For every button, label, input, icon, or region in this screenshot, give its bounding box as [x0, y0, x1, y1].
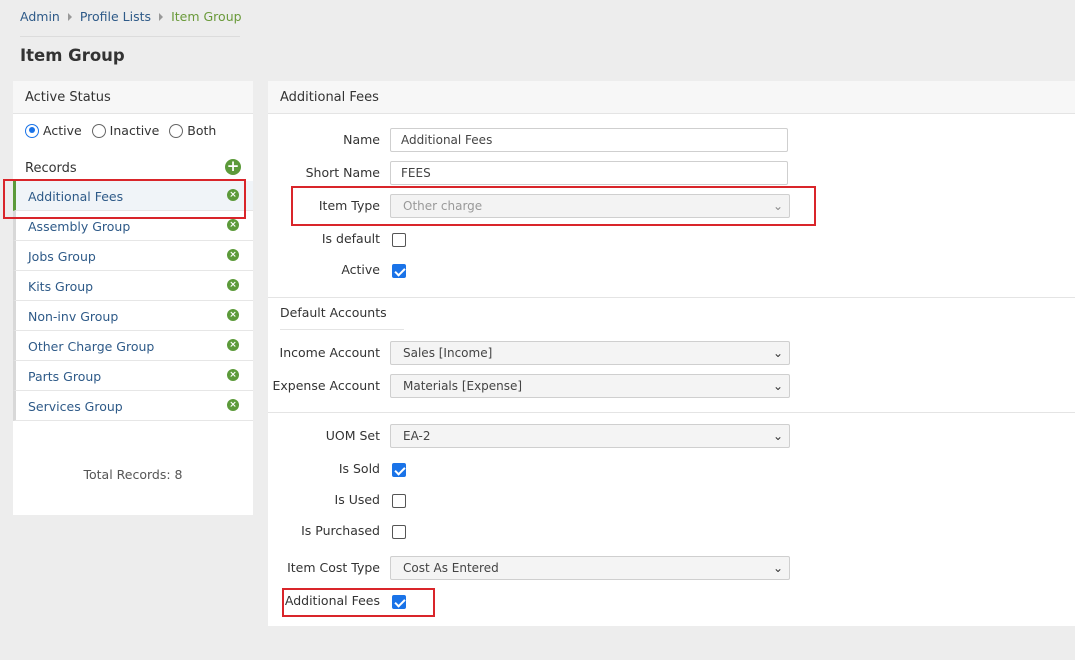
uom-set-value: EA-2: [403, 429, 431, 443]
section-divider: [268, 297, 1075, 298]
record-label: Kits Group: [28, 279, 94, 294]
record-label: Other Charge Group: [28, 339, 155, 354]
radio-inactive-label: Inactive: [109, 123, 160, 138]
record-item-additional-fees[interactable]: Additional Fees ×: [13, 181, 253, 211]
income-account-select[interactable]: Sales [Income] ⌄: [390, 341, 790, 365]
radio-inactive-button[interactable]: [91, 123, 106, 138]
uom-set-select[interactable]: EA-2 ⌄: [390, 424, 790, 448]
expense-account-label: Expense Account: [272, 378, 381, 393]
records-label: Records: [25, 161, 77, 176]
is-purchased-checkbox[interactable]: [392, 525, 406, 539]
active-status-header: Active Status: [13, 81, 253, 114]
chevron-down-icon: ⌄: [772, 429, 783, 443]
active-status-title: Active Status: [25, 90, 111, 105]
breadcrumb-admin[interactable]: Admin: [20, 9, 60, 24]
item-cost-type-label: Item Cost Type: [287, 560, 380, 575]
default-accounts-title: Default Accounts: [280, 305, 387, 320]
page-title: Item Group: [20, 46, 125, 65]
delete-x-icon[interactable]: ×: [227, 279, 239, 291]
is-default-label: Is default: [321, 231, 380, 246]
item-type-value: Other charge: [403, 199, 483, 213]
expense-account-value: Materials [Expense]: [403, 379, 523, 393]
chevron-right-icon: [67, 12, 72, 21]
expense-account-select[interactable]: Materials [Expense] ⌄: [390, 374, 790, 398]
item-cost-type-value: Cost As Entered: [403, 561, 499, 575]
breadcrumb-item-group: Item Group: [171, 9, 242, 24]
is-default-checkbox[interactable]: [392, 233, 406, 247]
short-name-input[interactable]: [390, 161, 788, 185]
record-item-assembly-group[interactable]: Assembly Group ×: [13, 211, 253, 241]
additional-fees-checkbox[interactable]: [392, 595, 406, 609]
radio-both-button[interactable]: [169, 123, 184, 138]
delete-x-icon[interactable]: ×: [227, 369, 239, 381]
total-records: Total Records: 8: [83, 467, 183, 482]
active-label: Active: [341, 262, 380, 277]
delete-x-icon[interactable]: ×: [227, 339, 239, 351]
income-account-value: Sales [Income]: [403, 346, 493, 360]
record-item-kits-group[interactable]: Kits Group ×: [13, 271, 253, 301]
delete-x-icon[interactable]: ×: [227, 249, 239, 261]
item-type-select[interactable]: Other charge ⌄: [390, 194, 790, 218]
delete-x-icon[interactable]: ×: [227, 309, 239, 321]
active-status-radio-group: Active Inactive Both: [25, 123, 216, 138]
chevron-down-icon: ⌄: [772, 346, 783, 360]
section-divider: [268, 412, 1075, 413]
is-used-checkbox[interactable]: [392, 494, 406, 508]
uom-set-label: UOM Set: [325, 428, 380, 443]
is-sold-checkbox[interactable]: [392, 463, 406, 477]
additional-fees-label: Additional Fees: [284, 593, 380, 608]
is-sold-label: Is Sold: [338, 461, 380, 476]
radio-active-label: Active: [43, 123, 82, 138]
item-cost-type-select[interactable]: Cost As Entered ⌄: [390, 556, 790, 580]
record-label: Parts Group: [28, 369, 102, 384]
delete-x-icon[interactable]: ×: [227, 219, 239, 231]
radio-active-button[interactable]: [25, 123, 39, 138]
chevron-down-icon: ⌄: [772, 199, 783, 213]
record-item-non-inv-group[interactable]: Non-inv Group ×: [13, 301, 253, 331]
radio-inactive[interactable]: Inactive: [91, 123, 160, 138]
record-item-other-charge-group[interactable]: Other Charge Group ×: [13, 331, 253, 361]
record-item-jobs-group[interactable]: Jobs Group ×: [13, 241, 253, 271]
chevron-down-icon: ⌄: [772, 561, 783, 575]
name-input[interactable]: [390, 128, 788, 152]
detail-form-panel: Additional Fees Name Short Name Item Typ…: [268, 81, 1075, 626]
record-item-parts-group[interactable]: Parts Group ×: [13, 361, 253, 391]
breadcrumb-profile-lists[interactable]: Profile Lists: [80, 9, 151, 24]
name-label: Name: [343, 132, 380, 147]
breadcrumb: Admin Profile Lists Item Group: [20, 9, 242, 24]
record-label: Non-inv Group: [28, 309, 119, 324]
records-list: Additional Fees × Assembly Group × Jobs …: [13, 181, 253, 421]
delete-x-icon[interactable]: ×: [227, 189, 239, 201]
record-label: Services Group: [28, 399, 123, 414]
delete-x-icon[interactable]: ×: [227, 399, 239, 411]
form-title: Additional Fees: [280, 90, 379, 105]
section-title-underline: [280, 329, 404, 330]
record-label: Jobs Group: [28, 249, 96, 264]
item-type-label: Item Type: [318, 198, 380, 213]
add-record-plus-icon[interactable]: +: [225, 159, 241, 175]
is-used-label: Is Used: [334, 492, 380, 507]
chevron-down-icon: ⌄: [772, 379, 783, 393]
form-header: Additional Fees: [268, 81, 1075, 114]
breadcrumb-divider: [20, 36, 240, 37]
chevron-right-icon: [159, 12, 164, 21]
short-name-label: Short Name: [305, 165, 380, 180]
record-item-services-group[interactable]: Services Group ×: [13, 391, 253, 421]
radio-both[interactable]: Both: [169, 123, 216, 138]
radio-both-label: Both: [187, 123, 217, 138]
is-purchased-label: Is Purchased: [301, 523, 380, 538]
record-label: Assembly Group: [28, 219, 131, 234]
records-panel: Active Status Active Inactive Both Recor…: [13, 81, 253, 515]
income-account-label: Income Account: [279, 345, 380, 360]
radio-active[interactable]: Active: [25, 123, 82, 138]
active-checkbox[interactable]: [392, 264, 406, 278]
record-label: Additional Fees: [28, 189, 124, 204]
